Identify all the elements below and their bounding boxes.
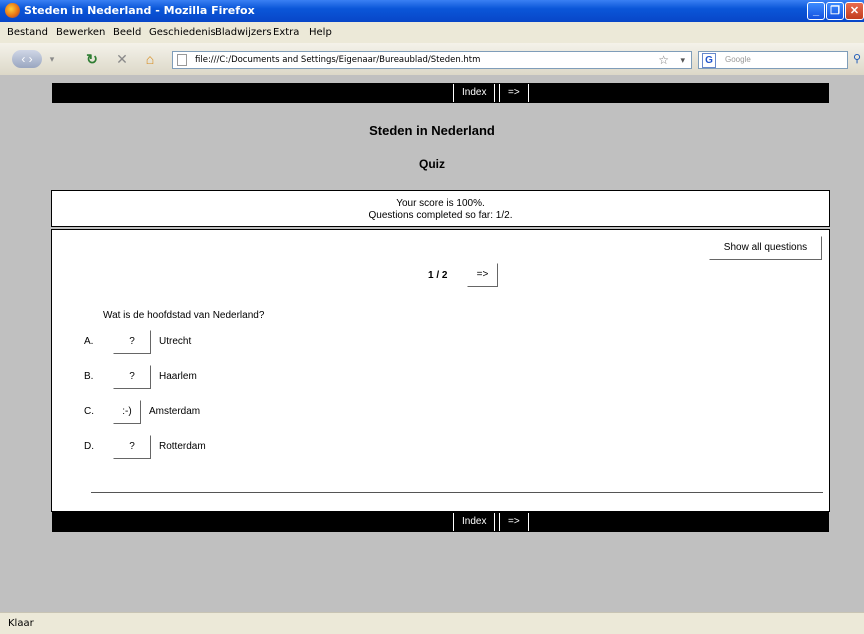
answer-text: Utrecht — [159, 336, 192, 347]
minimize-button[interactable]: _ — [807, 2, 825, 20]
answer-a: A. ? Utrecht — [84, 330, 384, 354]
answer-b-button[interactable]: ? — [113, 365, 151, 389]
search-box[interactable]: G Google — [698, 51, 848, 69]
google-icon[interactable]: G — [702, 53, 716, 68]
answer-d: D. ? Rotterdam — [84, 435, 384, 459]
answer-a-button[interactable]: ? — [113, 330, 151, 354]
menu-bestand[interactable]: Bestand — [7, 27, 48, 38]
firefox-logo-icon — [5, 3, 20, 18]
menu-beeld[interactable]: Beeld — [113, 27, 141, 38]
stop-icon[interactable]: ✕ — [114, 50, 130, 68]
answer-letter: D. — [84, 441, 94, 452]
home-icon[interactable]: ⌂ — [141, 50, 159, 68]
page-subtitle: Quiz — [419, 157, 445, 171]
answer-text: Amsterdam — [149, 406, 201, 417]
answer-c: C. :-) Amsterdam — [84, 400, 384, 424]
top-next-link[interactable]: => — [499, 84, 529, 102]
search-placeholder: Google — [725, 55, 751, 64]
maximize-button[interactable]: ❐ — [826, 2, 844, 20]
url-bar[interactable]: file:///C:/Documents and Settings/Eigena… — [172, 51, 692, 69]
answer-text: Haarlem — [159, 371, 197, 382]
navigation-toolbar: ‹ › ▾ ↻ ✕ ⌂ file:///C:/Documents and Set… — [0, 43, 864, 76]
answer-d-button[interactable]: ? — [113, 435, 151, 459]
page-title: Steden in Nederland — [369, 123, 495, 138]
answer-text: Rotterdam — [159, 441, 206, 452]
question-text: Wat is de hoofdstad van Nederland? — [103, 310, 265, 321]
menu-bewerken[interactable]: Bewerken — [56, 27, 105, 38]
divider — [91, 492, 823, 493]
bookmark-star-icon[interactable]: ☆ — [658, 52, 669, 68]
search-icon[interactable]: ⚲ — [851, 50, 863, 68]
window-title: Steden in Nederland - Mozilla Firefox — [24, 4, 255, 17]
next-question-button[interactable]: => — [467, 263, 498, 287]
page-icon — [177, 54, 187, 66]
bottom-index-link[interactable]: Index — [453, 513, 496, 531]
top-index-link[interactable]: Index — [453, 84, 496, 102]
answer-letter: A. — [84, 336, 94, 347]
menu-bladwijzers[interactable]: Bladwijzers — [215, 27, 272, 38]
answer-letter: B. — [84, 371, 94, 382]
page-content: Index => Steden in Nederland Quiz Your s… — [0, 75, 864, 612]
close-button[interactable]: ✕ — [845, 2, 864, 20]
history-dropdown-icon[interactable]: ▾ — [47, 50, 57, 68]
title-bar: Steden in Nederland - Mozilla Firefox _ … — [0, 0, 864, 22]
score-text: Your score is 100%. — [396, 198, 485, 209]
score-box: Your score is 100%. Questions completed … — [51, 190, 830, 227]
menu-geschiedenis[interactable]: Geschiedenis — [149, 27, 216, 38]
answer-c-button[interactable]: :-) — [113, 400, 141, 424]
answer-b: B. ? Haarlem — [84, 365, 384, 389]
url-text: file:///C:/Documents and Settings/Eigena… — [195, 55, 481, 65]
status-bar: Klaar — [0, 612, 864, 634]
bottom-nav-bar: Index => — [52, 512, 829, 532]
url-dropdown-icon[interactable]: ▾ — [680, 52, 685, 68]
quiz-panel: Show all questions 1 / 2 => Wat is de ho… — [51, 229, 830, 512]
menu-bar: Bestand Bewerken Beeld Geschiedenis Blad… — [0, 22, 864, 44]
show-all-questions-button[interactable]: Show all questions — [709, 236, 822, 260]
menu-extra[interactable]: Extra — [273, 27, 299, 38]
menu-help[interactable]: Help — [309, 27, 332, 38]
top-nav-bar: Index => — [52, 83, 829, 103]
question-counter: 1 / 2 — [428, 270, 448, 281]
answer-letter: C. — [84, 406, 94, 417]
status-text: Klaar — [8, 618, 34, 629]
progress-text: Questions completed so far: 1/2. — [368, 210, 513, 221]
bottom-next-link[interactable]: => — [499, 513, 529, 531]
reload-icon[interactable]: ↻ — [84, 50, 100, 68]
back-button[interactable]: ‹ › — [12, 50, 42, 68]
